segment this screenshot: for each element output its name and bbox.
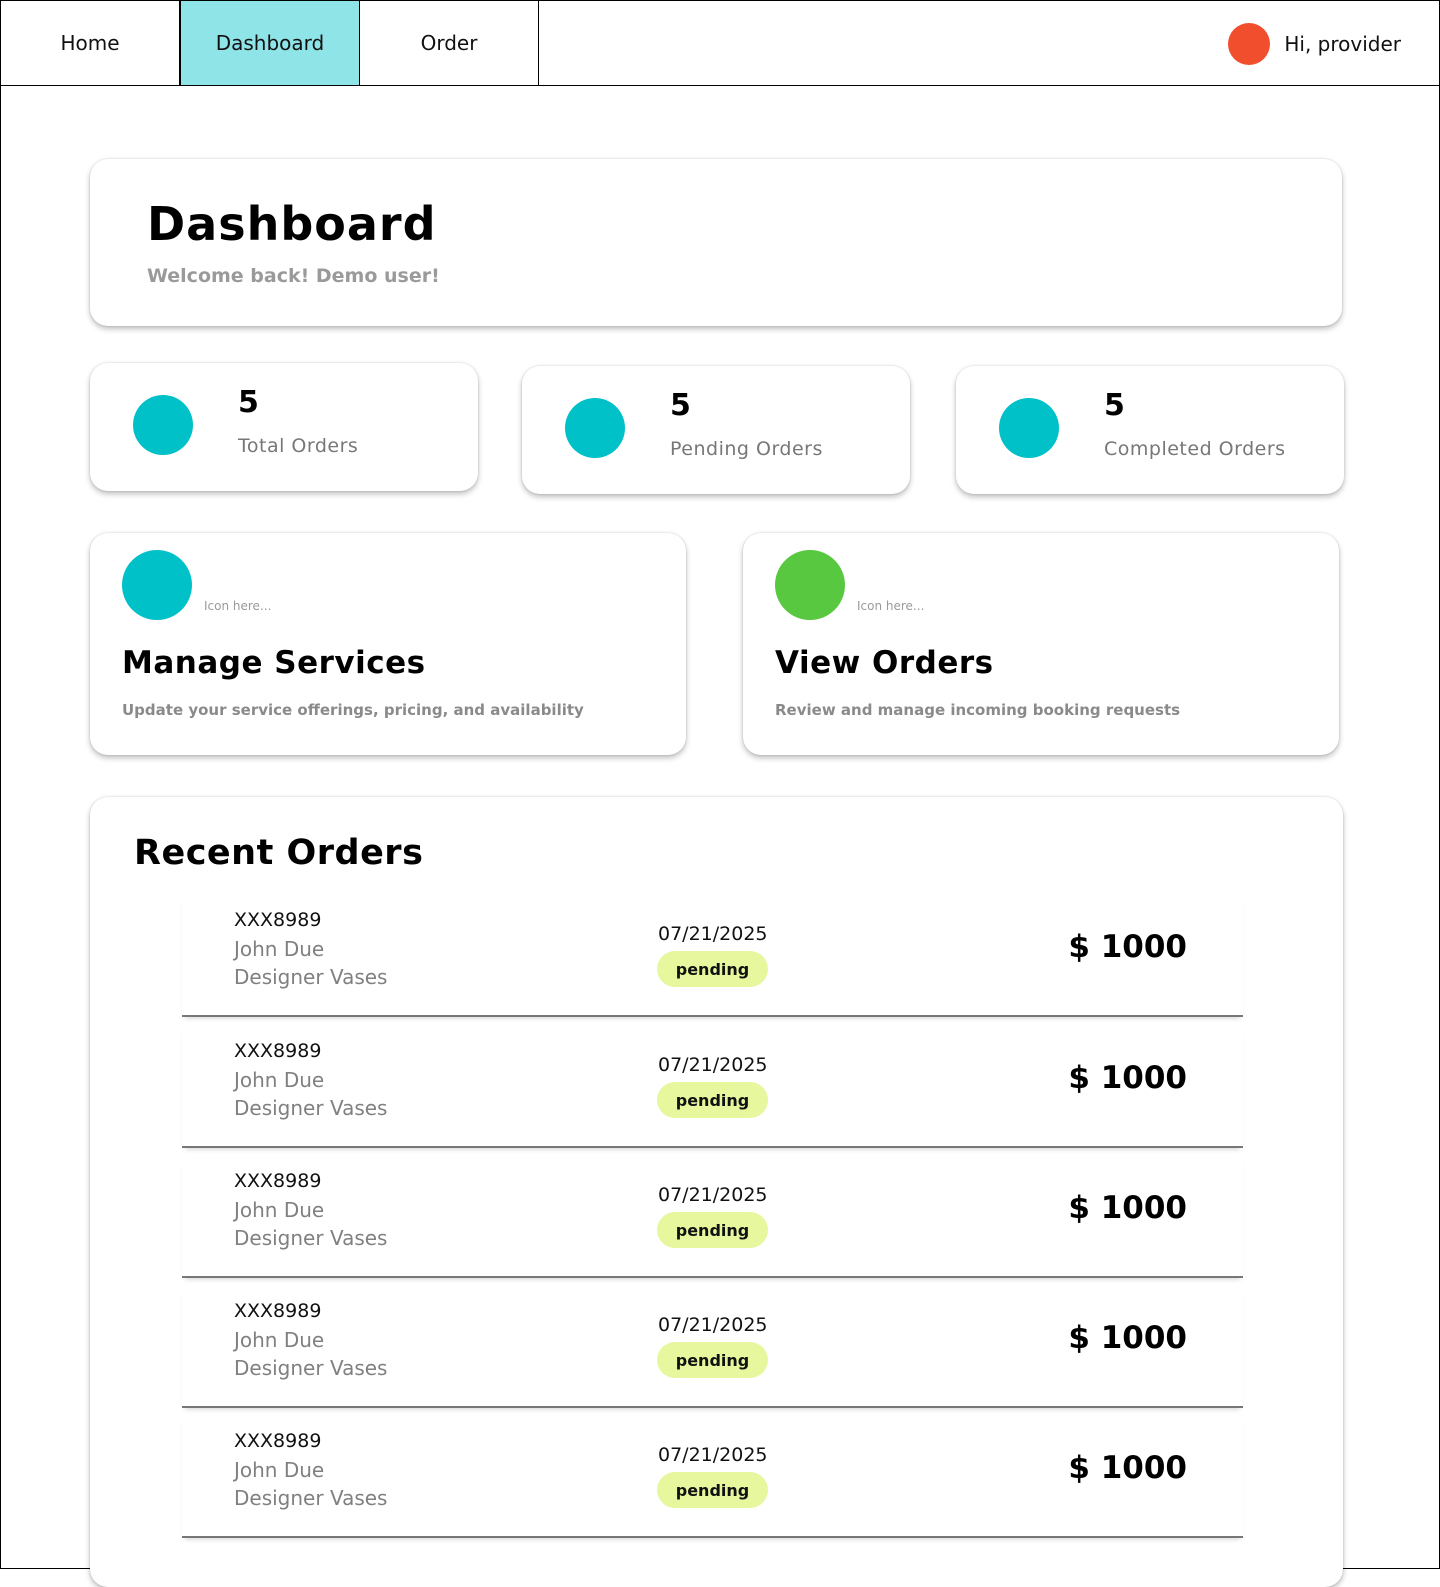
page-frame: Home Dashboard Order Hi, provider Dashbo…	[0, 0, 1440, 1587]
avatar[interactable]	[1228, 23, 1271, 65]
order-item: Designer Vases	[234, 1356, 388, 1380]
order-id: XXX8989	[234, 1170, 322, 1192]
order-row[interactable]: XXX8989 John Due Designer Vases 07/21/20…	[182, 1286, 1243, 1408]
order-amount: $ 1000	[1068, 1450, 1187, 1486]
completed-orders-count: 5	[1104, 388, 1125, 423]
order-customer: John Due	[234, 1198, 325, 1222]
view-orders-description: Review and manage incoming booking reque…	[775, 701, 1181, 719]
recent-orders-card: Recent Orders XXX8989 John Due Designer …	[90, 797, 1343, 1587]
status-badge: pending	[657, 1472, 768, 1508]
tab-home-label: Home	[60, 31, 120, 55]
view-orders-card[interactable]: Icon here... View Orders Review and mana…	[743, 533, 1339, 755]
order-item: Designer Vases	[234, 1486, 388, 1510]
order-id: XXX8989	[234, 1300, 322, 1322]
order-id: XXX8989	[234, 909, 322, 931]
order-item: Designer Vases	[234, 1226, 388, 1250]
completed-orders-icon	[999, 398, 1059, 458]
order-id: XXX8989	[234, 1430, 322, 1452]
recent-orders-title: Recent Orders	[134, 833, 424, 873]
order-date: 07/21/2025	[658, 1444, 768, 1466]
total-orders-label: Total Orders	[238, 435, 359, 457]
order-item: Designer Vases	[234, 965, 388, 989]
user-greeting: Hi, provider	[1284, 32, 1401, 56]
order-customer: John Due	[234, 1068, 325, 1092]
order-item: Designer Vases	[234, 1096, 388, 1120]
manage-services-description: Update your service offerings, pricing, …	[122, 701, 584, 719]
status-badge: pending	[657, 1212, 768, 1248]
status-badge: pending	[657, 1342, 768, 1378]
stat-card-pending-orders: 5 Pending Orders	[522, 366, 910, 494]
dashboard-header-card: Dashboard Welcome back! Demo user!	[90, 159, 1342, 326]
tab-dashboard-label: Dashboard	[215, 31, 325, 55]
stat-card-total-orders: 5 Total Orders	[90, 363, 478, 491]
order-date: 07/21/2025	[658, 1184, 768, 1206]
icon-placeholder-text: Icon here...	[204, 599, 272, 613]
order-row[interactable]: XXX8989 John Due Designer Vases 07/21/20…	[182, 1156, 1243, 1278]
order-id: XXX8989	[234, 1040, 322, 1062]
order-amount: $ 1000	[1068, 929, 1187, 965]
manage-services-card[interactable]: Icon here... Manage Services Update your…	[90, 533, 686, 755]
order-row[interactable]: XXX8989 John Due Designer Vases 07/21/20…	[182, 1416, 1243, 1538]
order-amount: $ 1000	[1068, 1320, 1187, 1356]
completed-orders-label: Completed Orders	[1104, 438, 1286, 460]
icon-placeholder-text: Icon here...	[857, 599, 925, 613]
total-orders-count: 5	[238, 385, 259, 420]
tab-order-label: Order	[420, 31, 478, 55]
page-title: Dashboard	[147, 197, 437, 251]
order-customer: John Due	[234, 937, 325, 961]
pending-orders-label: Pending Orders	[670, 438, 823, 460]
top-nav: Home Dashboard Order Hi, provider	[1, 1, 1439, 86]
tab-order[interactable]: Order	[360, 1, 539, 85]
order-date: 07/21/2025	[658, 1054, 768, 1076]
view-orders-icon	[775, 550, 845, 620]
stat-card-completed-orders: 5 Completed Orders	[956, 366, 1344, 494]
order-date: 07/21/2025	[658, 923, 768, 945]
order-row[interactable]: XXX8989 John Due Designer Vases 07/21/20…	[182, 1026, 1243, 1148]
status-badge: pending	[657, 951, 768, 987]
manage-services-title: Manage Services	[122, 645, 426, 681]
status-badge: pending	[657, 1082, 768, 1118]
order-date: 07/21/2025	[658, 1314, 768, 1336]
order-amount: $ 1000	[1068, 1060, 1187, 1096]
tab-home[interactable]: Home	[1, 1, 180, 85]
order-row[interactable]: XXX8989 John Due Designer Vases 07/21/20…	[182, 895, 1243, 1017]
manage-services-icon	[122, 550, 192, 620]
pending-orders-count: 5	[670, 388, 691, 423]
tab-dashboard[interactable]: Dashboard	[180, 1, 360, 85]
order-customer: John Due	[234, 1458, 325, 1482]
pending-orders-icon	[565, 398, 625, 458]
order-customer: John Due	[234, 1328, 325, 1352]
order-amount: $ 1000	[1068, 1190, 1187, 1226]
view-orders-title: View Orders	[775, 645, 994, 681]
welcome-message: Welcome back! Demo user!	[147, 265, 440, 287]
total-orders-icon	[133, 395, 193, 455]
user-menu[interactable]: Hi, provider	[1228, 23, 1401, 65]
